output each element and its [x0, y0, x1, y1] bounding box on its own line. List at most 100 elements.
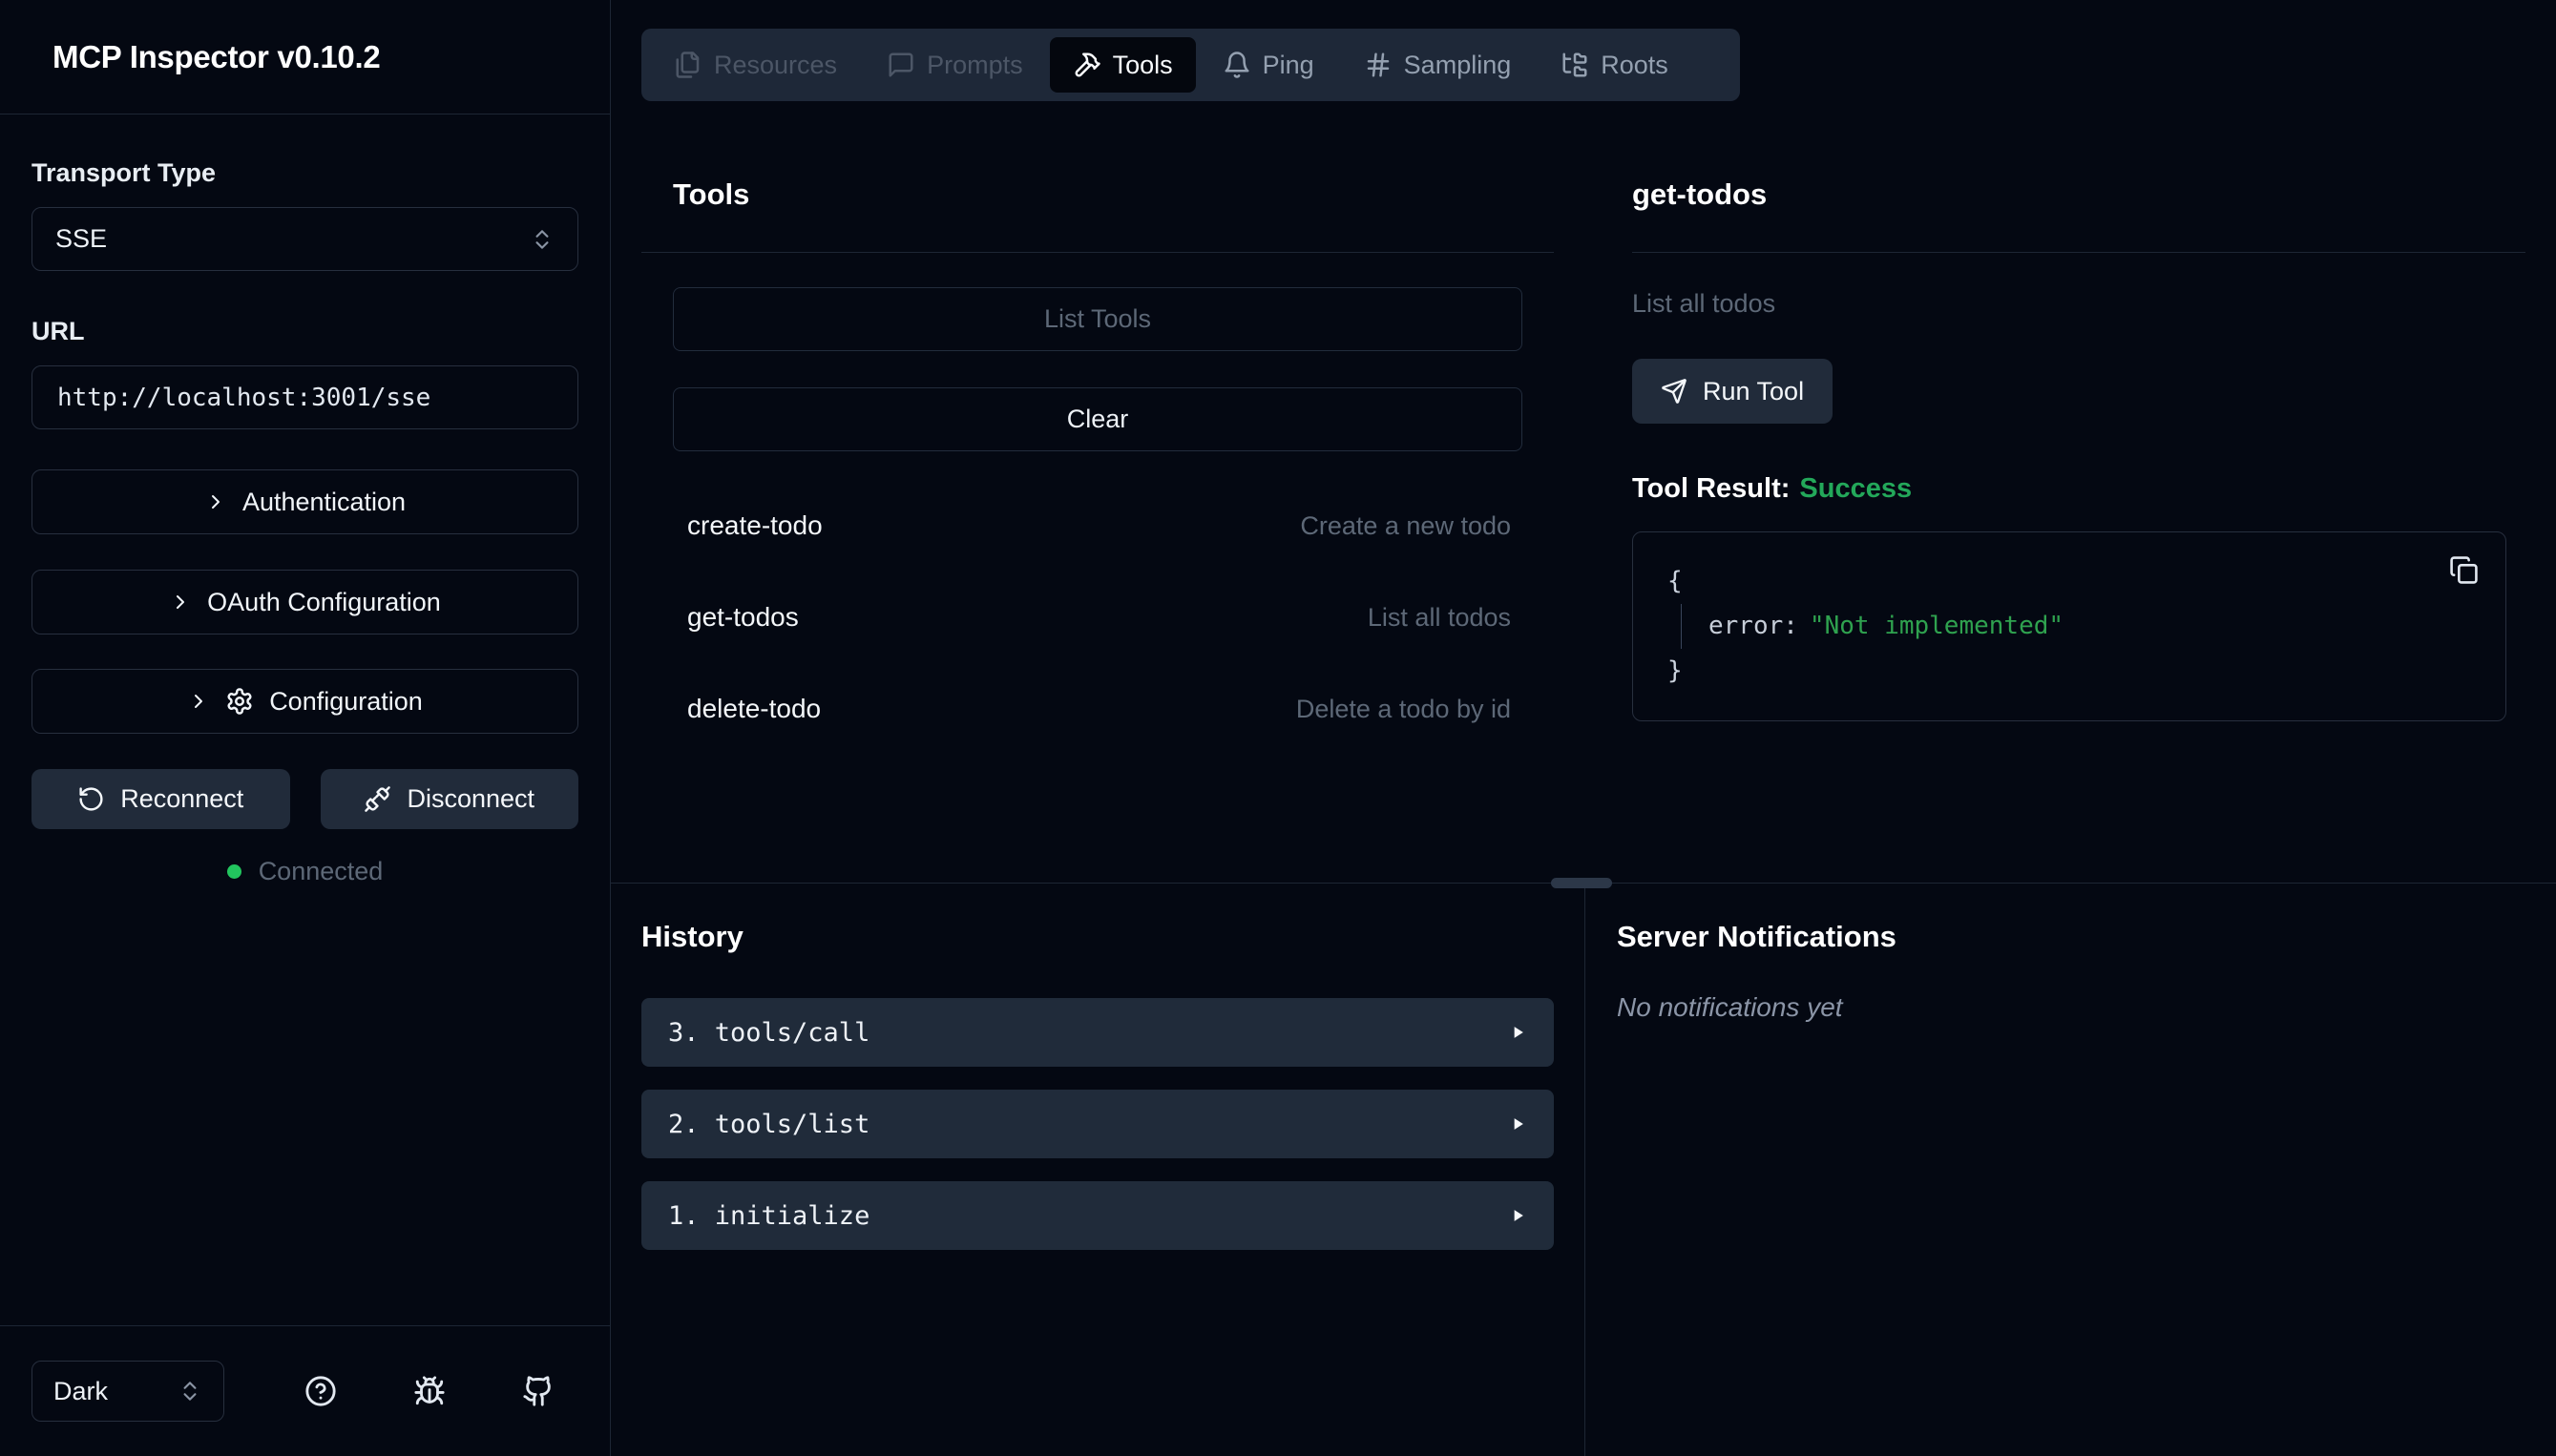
main-content: Resources Prompts Tools Ping Sampling: [611, 0, 2556, 1456]
authentication-toggle[interactable]: Authentication: [31, 469, 578, 534]
theme-value: Dark: [53, 1377, 108, 1406]
tools-panel: Tools List Tools Clear create-todo Creat…: [611, 101, 1584, 883]
tab-bar: Resources Prompts Tools Ping Sampling: [641, 29, 1740, 101]
tool-description: List all todos: [1368, 603, 1511, 633]
tab-label: Resources: [714, 51, 837, 80]
configuration-toggle[interactable]: Configuration: [31, 669, 578, 734]
json-close-brace: }: [1667, 649, 2471, 694]
reconnect-button[interactable]: Reconnect: [31, 769, 290, 829]
rotate-ccw-icon: [77, 785, 105, 813]
tab-prompts[interactable]: Prompts: [864, 37, 1046, 93]
oauth-configuration-label: OAuth Configuration: [207, 588, 441, 617]
bell-icon: [1223, 51, 1251, 79]
json-error-line: error:"Not implemented": [1681, 604, 2471, 649]
tool-row-create-todo[interactable]: create-todo Create a new todo: [641, 480, 1554, 572]
github-icon[interactable]: [522, 1375, 555, 1407]
configuration-label: Configuration: [269, 687, 423, 717]
tool-description: Create a new todo: [1300, 511, 1511, 541]
reconnect-label: Reconnect: [120, 784, 243, 814]
transport-type-value: SSE: [55, 224, 107, 254]
files-icon: [674, 51, 702, 79]
message-square-icon: [887, 51, 915, 79]
app-title: MCP Inspector v0.10.2: [52, 39, 380, 75]
tab-ping[interactable]: Ping: [1200, 37, 1337, 93]
tool-result-json: { error:"Not implemented" }: [1632, 531, 2506, 721]
tool-description: Delete a todo by id: [1296, 695, 1511, 724]
tool-result-line: Tool Result: Success: [1632, 473, 2525, 505]
footer-icons: [304, 1375, 555, 1407]
chevrons-up-down-icon: [530, 227, 555, 252]
history-item-initialize[interactable]: 1. initialize: [641, 1181, 1554, 1250]
json-open-brace: {: [1667, 559, 2471, 604]
notifications-empty-text: No notifications yet: [1617, 992, 2556, 1023]
connection-status: Connected: [31, 857, 578, 886]
history-list: 3. tools/call 2. tools/list 1. initializ…: [641, 998, 1554, 1250]
expand-play-icon: [1508, 1114, 1527, 1134]
hash-icon: [1364, 51, 1393, 79]
tool-result-label: Tool Result:: [1632, 473, 1790, 504]
copy-button[interactable]: [2449, 555, 2479, 585]
copy-icon: [2449, 555, 2479, 585]
tab-label: Sampling: [1404, 51, 1512, 80]
tool-detail-panel: get-todos List all todos Run Tool Tool R…: [1584, 101, 2556, 883]
tool-result-status: Success: [1799, 473, 1912, 504]
server-notifications-title: Server Notifications: [1617, 920, 2556, 954]
tool-name: create-todo: [687, 510, 823, 541]
tab-sampling[interactable]: Sampling: [1341, 37, 1535, 93]
tab-tools[interactable]: Tools: [1050, 37, 1196, 93]
sidebar-content: Transport Type SSE URL Authentication OA…: [0, 114, 610, 1325]
tool-row-get-todos[interactable]: get-todos List all todos: [641, 572, 1554, 663]
run-tool-button[interactable]: Run Tool: [1632, 359, 1833, 424]
disconnect-button[interactable]: Disconnect: [321, 769, 579, 829]
url-input[interactable]: [31, 365, 578, 429]
gear-icon: [225, 687, 254, 716]
disconnect-label: Disconnect: [407, 784, 534, 814]
theme-select[interactable]: Dark: [31, 1361, 224, 1422]
status-dot: [227, 864, 241, 879]
chevron-right-icon: [187, 690, 210, 713]
transport-type-select[interactable]: SSE: [31, 207, 578, 271]
sidebar-footer: Dark: [0, 1325, 610, 1456]
tab-label: Prompts: [927, 51, 1023, 80]
tools-panel-title: Tools: [673, 177, 1554, 212]
tab-resources[interactable]: Resources: [651, 37, 860, 93]
hammer-icon: [1073, 51, 1101, 79]
url-label: URL: [31, 317, 578, 346]
tab-label: Ping: [1263, 51, 1314, 80]
tools-columns: Tools List Tools Clear create-todo Creat…: [611, 101, 2556, 883]
connection-buttons: Reconnect Disconnect: [31, 769, 578, 829]
chevron-right-icon: [169, 591, 192, 614]
send-icon: [1661, 378, 1687, 405]
tab-roots[interactable]: Roots: [1538, 37, 1691, 93]
divider: [1632, 252, 2525, 253]
clear-button[interactable]: Clear: [673, 387, 1522, 451]
history-item-label: 1. initialize: [668, 1201, 869, 1231]
history-item-label: 2. tools/list: [668, 1110, 869, 1139]
history-item-label: 3. tools/call: [668, 1018, 869, 1048]
expand-play-icon: [1508, 1206, 1527, 1225]
sidebar: MCP Inspector v0.10.2 Transport Type SSE…: [0, 0, 611, 1456]
selected-tool-description: List all todos: [1632, 289, 2525, 319]
server-notifications-panel: Server Notifications No notifications ye…: [1584, 884, 2556, 1456]
help-circle-icon[interactable]: [304, 1375, 337, 1407]
tab-label: Roots: [1601, 51, 1668, 80]
folder-tree-icon: [1561, 51, 1589, 79]
list-tools-button[interactable]: List Tools: [673, 287, 1522, 351]
status-text: Connected: [259, 857, 384, 886]
history-item-tools-call[interactable]: 3. tools/call: [641, 998, 1554, 1067]
unplug-icon: [364, 785, 391, 813]
history-title: History: [641, 920, 1554, 954]
bug-icon[interactable]: [413, 1375, 446, 1407]
tool-name: get-todos: [687, 602, 799, 633]
chevron-right-icon: [204, 490, 227, 513]
chevrons-up-down-icon: [178, 1379, 202, 1404]
splitter-handle[interactable]: [1551, 878, 1612, 888]
history-item-tools-list[interactable]: 2. tools/list: [641, 1090, 1554, 1158]
tool-row-delete-todo[interactable]: delete-todo Delete a todo by id: [641, 663, 1554, 755]
run-tool-label: Run Tool: [1703, 377, 1804, 406]
authentication-label: Authentication: [242, 488, 406, 517]
json-key: error:: [1708, 612, 1798, 640]
tool-list: create-todo Create a new todo get-todos …: [641, 480, 1554, 755]
oauth-configuration-toggle[interactable]: OAuth Configuration: [31, 570, 578, 634]
expand-play-icon: [1508, 1023, 1527, 1042]
